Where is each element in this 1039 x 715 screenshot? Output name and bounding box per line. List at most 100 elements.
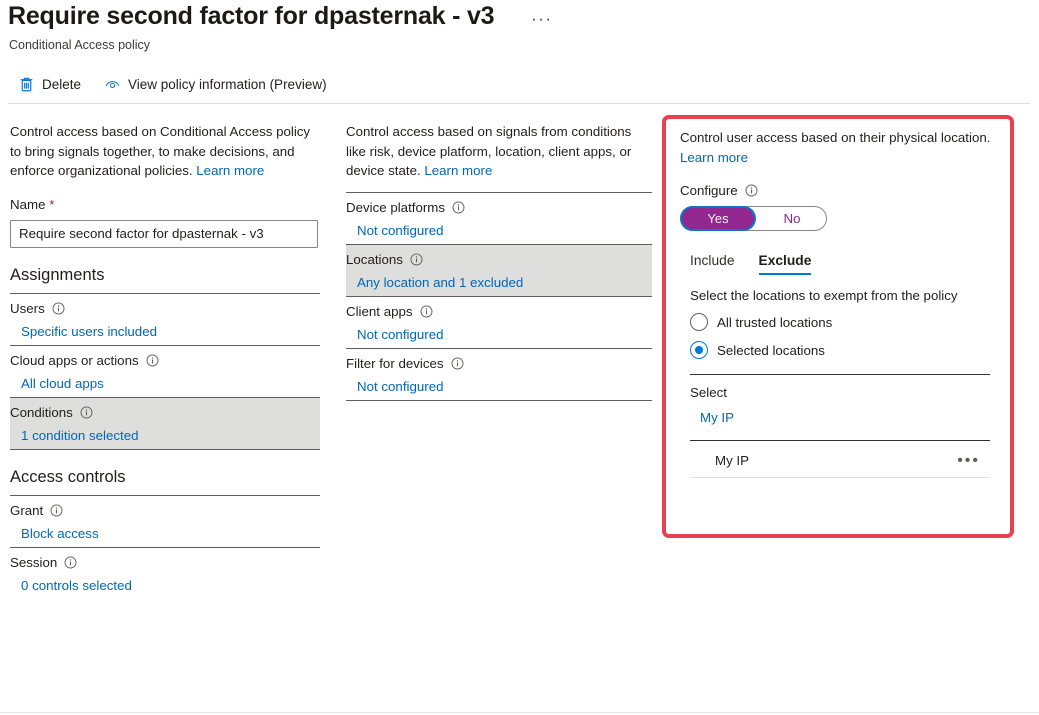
view-policy-information-button[interactable]: View policy information (Preview) xyxy=(104,70,327,98)
setting-row-grant-label: Grant xyxy=(10,502,44,518)
locations-panel-description-text: Control user access based on their physi… xyxy=(680,130,991,145)
list-item[interactable]: My IP ••• xyxy=(690,452,990,468)
radio-selected-locations[interactable]: Selected locations xyxy=(680,341,998,359)
condition-row-client-apps-value-wrap: Not configured xyxy=(346,327,652,342)
tab-include[interactable]: Include xyxy=(690,253,735,275)
info-circle-icon[interactable] xyxy=(64,556,77,569)
policy-description: Control access based on Conditional Acce… xyxy=(10,122,320,181)
condition-row-filter-for-devices[interactable]: Filter for devices Not configured xyxy=(346,349,652,400)
configure-toggle[interactable]: Yes No xyxy=(680,206,827,231)
condition-row-client-apps-value[interactable]: Not configured xyxy=(357,327,443,342)
locations-panel-learn-more-link[interactable]: Learn more xyxy=(680,150,748,165)
policy-left-column: Control access based on Conditional Acce… xyxy=(10,122,320,599)
command-bar: Delete View policy information (Preview) xyxy=(0,68,1039,100)
condition-row-device-platforms-value[interactable]: Not configured xyxy=(357,223,443,238)
setting-row-session-value[interactable]: 0 controls selected xyxy=(21,578,132,593)
setting-row-users-title: Users xyxy=(10,301,320,316)
policy-description-learn-more-link[interactable]: Learn more xyxy=(196,163,264,178)
select-value-link[interactable]: My IP xyxy=(700,410,734,425)
condition-row-client-apps[interactable]: Client apps Not configured xyxy=(346,297,652,348)
ellipsis-icon[interactable]: ••• xyxy=(957,452,980,468)
select-value-wrap: My IP xyxy=(700,410,998,425)
policy-description-text: Control access based on Conditional Acce… xyxy=(10,124,311,178)
setting-row-users-value-wrap: Specific users included xyxy=(10,324,320,339)
info-circle-icon[interactable] xyxy=(146,354,159,367)
radio-all-trusted-locations-button[interactable] xyxy=(690,313,708,331)
configure-toggle-yes[interactable]: Yes xyxy=(682,208,754,229)
conditions-description: Control access based on signals from con… xyxy=(346,122,652,181)
setting-row-users-label: Users xyxy=(10,300,45,316)
setting-row-session-value-wrap: 0 controls selected xyxy=(10,578,320,593)
list-item-name: My IP xyxy=(715,453,749,468)
info-circle-icon[interactable] xyxy=(52,302,65,315)
info-circle-icon[interactable] xyxy=(50,504,63,517)
info-circle-icon[interactable] xyxy=(420,305,433,318)
setting-row-conditions-title: Conditions xyxy=(10,405,320,420)
info-circle-icon[interactable] xyxy=(410,253,423,266)
condition-row-device-platforms-label: Device platforms xyxy=(346,199,446,215)
info-circle-icon[interactable] xyxy=(451,357,464,370)
name-field-label: Name * xyxy=(10,197,320,212)
setting-row-conditions-value[interactable]: 1 condition selected xyxy=(21,428,139,443)
include-exclude-tabs: Include Exclude xyxy=(680,253,998,275)
setting-row-conditions[interactable]: Conditions 1 condition selected xyxy=(10,397,320,449)
radio-all-trusted-locations[interactable]: All trusted locations xyxy=(680,313,998,331)
condition-row-locations-label: Locations xyxy=(346,251,403,267)
setting-row-grant-title: Grant xyxy=(10,503,320,518)
setting-row-cloud-apps[interactable]: Cloud apps or actions All cloud apps xyxy=(10,346,320,397)
setting-row-cloud-apps-title: Cloud apps or actions xyxy=(10,353,320,368)
assignments-heading: Assignments xyxy=(10,265,105,284)
delete-button[interactable]: Delete xyxy=(18,70,81,98)
conditions-learn-more-link[interactable]: Learn more xyxy=(424,163,492,178)
setting-row-users-value[interactable]: Specific users included xyxy=(21,324,157,339)
policy-name-input[interactable] xyxy=(10,219,318,248)
page-bottom-divider xyxy=(0,712,1039,713)
configure-label-row: Configure xyxy=(680,183,998,198)
condition-row-filter-for-devices-value-wrap: Not configured xyxy=(346,379,652,394)
condition-row-locations-value[interactable]: Any location and 1 excluded xyxy=(357,275,523,290)
ellipsis-icon[interactable]: ··· xyxy=(531,10,552,28)
info-circle-icon[interactable] xyxy=(80,406,93,419)
configure-label: Configure xyxy=(680,183,738,198)
divider-above-selected-list xyxy=(690,440,990,441)
setting-row-cloud-apps-value[interactable]: All cloud apps xyxy=(21,376,104,391)
locations-panel: Control user access based on their physi… xyxy=(680,128,998,478)
condition-row-locations[interactable]: Locations Any location and 1 excluded xyxy=(346,244,652,296)
tab-exclude[interactable]: Exclude xyxy=(758,253,811,275)
page-subtitle: Conditional Access policy xyxy=(9,38,151,52)
access-controls-heading: Access controls xyxy=(10,467,126,486)
condition-row-device-platforms-value-wrap: Not configured xyxy=(346,223,652,238)
setting-row-grant-value-wrap: Block access xyxy=(10,526,320,541)
condition-row-locations-title: Locations xyxy=(346,252,652,267)
radio-selected-locations-button[interactable] xyxy=(690,341,708,359)
name-required-marker: * xyxy=(49,196,55,212)
setting-row-grant[interactable]: Grant Block access xyxy=(10,496,320,547)
condition-row-filter-for-devices-value[interactable]: Not configured xyxy=(357,379,443,394)
info-circle-icon[interactable] xyxy=(452,201,465,214)
setting-row-session[interactable]: Session 0 controls selected xyxy=(10,548,320,599)
page-title: Require second factor for dpasternak - v… xyxy=(8,2,495,30)
divider-after-filter-for-devices xyxy=(346,399,652,401)
radio-all-trusted-locations-label: All trusted locations xyxy=(717,314,833,330)
condition-row-device-platforms-title: Device platforms xyxy=(346,200,652,215)
condition-row-device-platforms[interactable]: Device platforms Not configured xyxy=(346,193,652,244)
locations-panel-description: Control user access based on their physi… xyxy=(680,128,998,167)
exempt-instruction: Select the locations to exempt from the … xyxy=(690,288,958,303)
setting-row-conditions-value-wrap: 1 condition selected xyxy=(10,428,320,443)
setting-row-conditions-label: Conditions xyxy=(10,404,73,420)
setting-row-session-title: Session xyxy=(10,555,320,570)
condition-row-filter-for-devices-title: Filter for devices xyxy=(346,356,652,371)
conditions-column: Control access based on signals from con… xyxy=(346,122,652,401)
select-label: Select xyxy=(690,385,727,400)
condition-row-client-apps-label: Client apps xyxy=(346,303,413,319)
eye-icon xyxy=(104,76,121,93)
trash-icon xyxy=(18,76,35,93)
setting-row-users[interactable]: Users Specific users included xyxy=(10,294,320,345)
delete-button-label: Delete xyxy=(42,76,82,92)
name-label-text: Name xyxy=(10,196,46,212)
info-circle-icon[interactable] xyxy=(745,184,758,197)
configure-toggle-no[interactable]: No xyxy=(757,207,827,230)
condition-row-filter-for-devices-label: Filter for devices xyxy=(346,355,444,371)
divider-below-selected-list xyxy=(690,477,990,478)
setting-row-grant-value[interactable]: Block access xyxy=(21,526,99,541)
